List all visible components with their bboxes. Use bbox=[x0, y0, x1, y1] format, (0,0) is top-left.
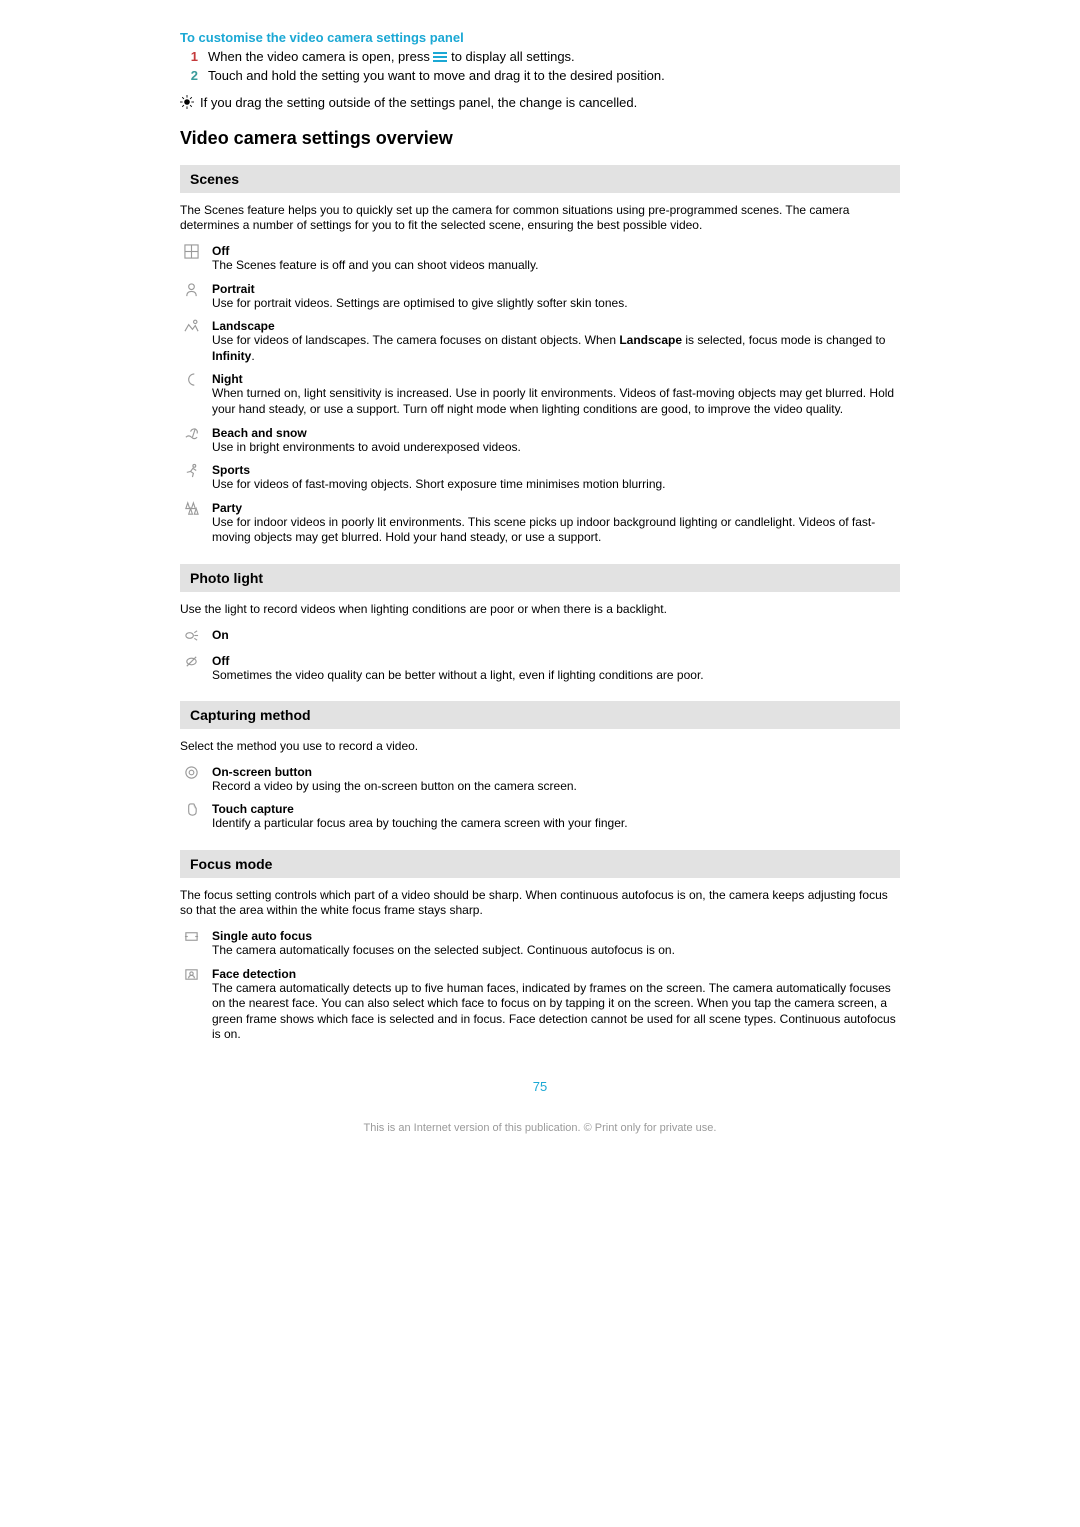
light-on-icon bbox=[180, 628, 202, 646]
light-off-icon bbox=[180, 654, 202, 672]
moon-icon bbox=[180, 372, 202, 390]
step-1-pre: When the video camera is open, press bbox=[208, 49, 430, 64]
single-af-desc: The camera automatically focuses on the … bbox=[212, 943, 900, 959]
scene-landscape-title: Landscape bbox=[212, 319, 900, 333]
scene-off-title: Off bbox=[212, 244, 900, 258]
scene-night-title: Night bbox=[212, 372, 900, 386]
scene-portrait-desc: Use for portrait videos. Settings are op… bbox=[212, 296, 900, 312]
face-detect-title: Face detection bbox=[212, 967, 900, 981]
landscape-bold2: Infinity bbox=[212, 349, 251, 363]
step-number-2: 2 bbox=[180, 68, 198, 85]
off-grid-icon bbox=[180, 244, 202, 262]
step-number-1: 1 bbox=[180, 49, 198, 66]
landscape-bold: Landscape bbox=[619, 333, 682, 347]
capturing-intro: Select the method you use to record a vi… bbox=[180, 739, 900, 755]
sports-icon bbox=[180, 463, 202, 481]
scene-party: Party Use for indoor videos in poorly li… bbox=[180, 501, 900, 546]
light-off-desc: Sometimes the video quality can be bette… bbox=[212, 668, 900, 684]
landscape-desc-post: . bbox=[251, 349, 254, 363]
light-off-title: Off bbox=[212, 654, 900, 668]
focus-heading: Focus mode bbox=[180, 850, 900, 878]
beach-icon bbox=[180, 426, 202, 444]
single-af-title: Single auto focus bbox=[212, 929, 900, 943]
scene-landscape-desc: Use for videos of landscapes. The camera… bbox=[212, 333, 900, 364]
scene-beach-title: Beach and snow bbox=[212, 426, 900, 440]
landscape-icon bbox=[180, 319, 202, 337]
scene-night: Night When turned on, light sensitivity … bbox=[180, 372, 900, 417]
photolight-section: Photo light Use the light to record vide… bbox=[180, 564, 900, 683]
step-2-text: Touch and hold the setting you want to m… bbox=[208, 68, 900, 85]
party-icon bbox=[180, 501, 202, 519]
scene-portrait: Portrait Use for portrait videos. Settin… bbox=[180, 282, 900, 312]
portrait-icon bbox=[180, 282, 202, 300]
step-1-post: to display all settings. bbox=[451, 49, 575, 64]
step-1: 1 When the video camera is open, press t… bbox=[180, 49, 900, 66]
scene-night-desc: When turned on, light sensitivity is inc… bbox=[212, 386, 900, 417]
scene-sports: Sports Use for videos of fast-moving obj… bbox=[180, 463, 900, 493]
touch-icon bbox=[180, 802, 202, 820]
step-1-text: When the video camera is open, press to … bbox=[208, 49, 900, 66]
lightbulb-icon bbox=[180, 95, 200, 112]
scene-sports-desc: Use for videos of fast-moving objects. S… bbox=[212, 477, 900, 493]
touch-capture-item: Touch capture Identify a particular focu… bbox=[180, 802, 900, 832]
single-af-item: Single auto focus The camera automatical… bbox=[180, 929, 900, 959]
photolight-intro: Use the light to record videos when ligh… bbox=[180, 602, 900, 618]
focus-frame-icon bbox=[180, 929, 202, 947]
touch-desc: Identify a particular focus area by touc… bbox=[212, 816, 900, 832]
scene-off: Off The Scenes feature is off and you ca… bbox=[180, 244, 900, 274]
page-number: 75 bbox=[180, 1079, 900, 1094]
scene-portrait-title: Portrait bbox=[212, 282, 900, 296]
touch-title: Touch capture bbox=[212, 802, 900, 816]
face-detect-item: Face detection The camera automatically … bbox=[180, 967, 900, 1043]
scene-party-desc: Use for indoor videos in poorly lit envi… bbox=[212, 515, 900, 546]
capturing-heading: Capturing method bbox=[180, 701, 900, 729]
landscape-desc-pre: Use for videos of landscapes. The camera… bbox=[212, 333, 619, 347]
scenes-heading: Scenes bbox=[180, 165, 900, 193]
page-content: To customise the video camera settings p… bbox=[0, 0, 1080, 1134]
tip-row: If you drag the setting outside of the s… bbox=[180, 95, 900, 112]
overview-heading: Video camera settings overview bbox=[180, 128, 900, 149]
face-detect-icon bbox=[180, 967, 202, 985]
scenes-intro: The Scenes feature helps you to quickly … bbox=[180, 203, 900, 234]
shutter-icon bbox=[180, 765, 202, 783]
face-detect-desc: The camera automatically detects up to f… bbox=[212, 981, 900, 1043]
light-off: Off Sometimes the video quality can be b… bbox=[180, 654, 900, 684]
onscreen-button-item: On-screen button Record a video by using… bbox=[180, 765, 900, 795]
footer-text: This is an Internet version of this publ… bbox=[180, 1122, 900, 1134]
scene-landscape: Landscape Use for videos of landscapes. … bbox=[180, 319, 900, 364]
scene-party-title: Party bbox=[212, 501, 900, 515]
capturing-section: Capturing method Select the method you u… bbox=[180, 701, 900, 832]
menu-icon bbox=[433, 50, 447, 64]
photolight-heading: Photo light bbox=[180, 564, 900, 592]
onscreen-title: On-screen button bbox=[212, 765, 900, 779]
step-2: 2 Touch and hold the setting you want to… bbox=[180, 68, 900, 85]
tip-text: If you drag the setting outside of the s… bbox=[200, 95, 900, 110]
customise-heading: To customise the video camera settings p… bbox=[180, 30, 900, 45]
scene-beach: Beach and snow Use in bright environment… bbox=[180, 426, 900, 456]
light-on: On bbox=[180, 628, 900, 646]
scenes-section: Scenes The Scenes feature helps you to q… bbox=[180, 165, 900, 546]
landscape-desc-mid: is selected, focus mode is changed to bbox=[682, 333, 885, 347]
scene-beach-desc: Use in bright environments to avoid unde… bbox=[212, 440, 900, 456]
focus-section: Focus mode The focus setting controls wh… bbox=[180, 850, 900, 1043]
focus-intro: The focus setting controls which part of… bbox=[180, 888, 900, 919]
scene-off-desc: The Scenes feature is off and you can sh… bbox=[212, 258, 900, 274]
light-on-title: On bbox=[212, 628, 900, 642]
onscreen-desc: Record a video by using the on-screen bu… bbox=[212, 779, 900, 795]
scene-sports-title: Sports bbox=[212, 463, 900, 477]
